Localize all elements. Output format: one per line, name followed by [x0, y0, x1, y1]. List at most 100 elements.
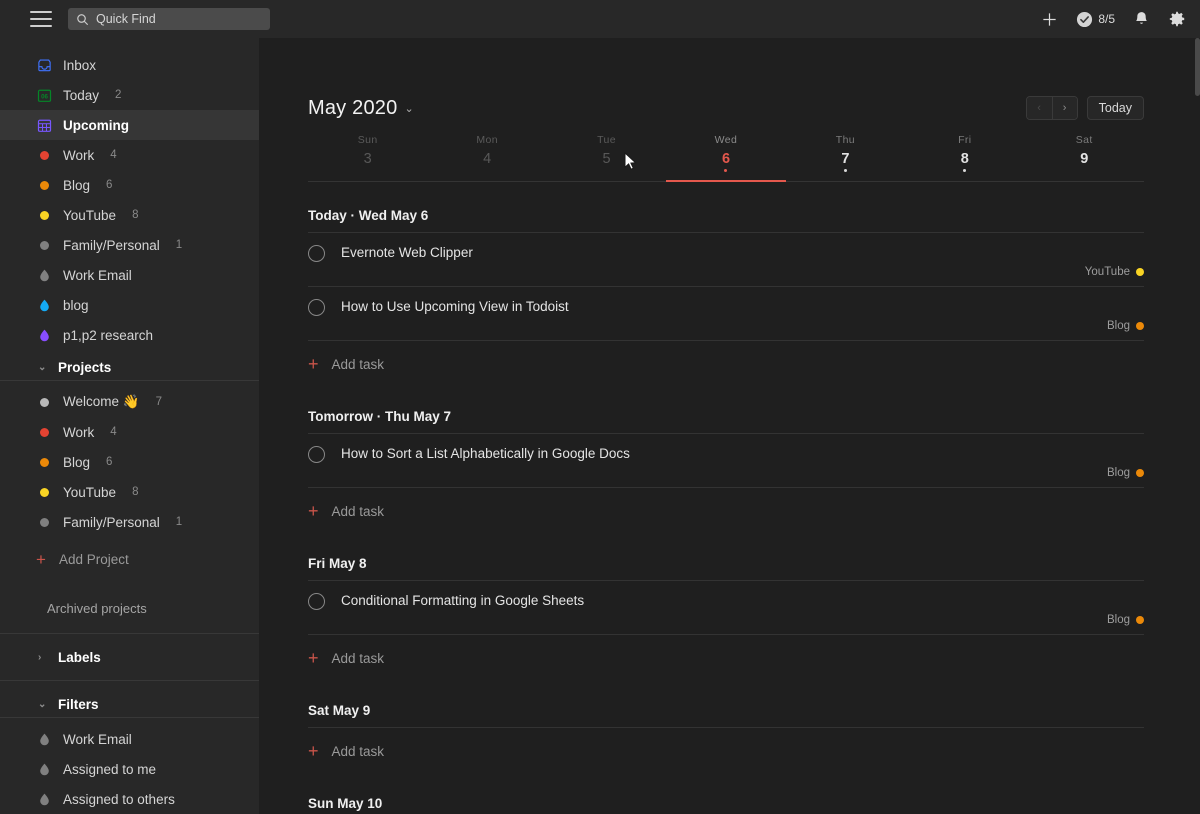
hamburger-icon[interactable] [30, 11, 52, 27]
sidebar-item-youtube[interactable]: YouTube 8 [0, 200, 259, 230]
top-bar: Quick Find 8/5 [0, 0, 1200, 38]
scrollbar[interactable] [1195, 38, 1200, 96]
day-column-mon[interactable]: Mon 4 [427, 134, 546, 181]
sidebar-item-label: YouTube [63, 484, 117, 500]
sidebar-project-work[interactable]: Work 4 [0, 417, 259, 447]
today-button[interactable]: Today [1086, 96, 1144, 120]
task-checkbox[interactable] [308, 299, 325, 316]
sidebar-item-upcoming[interactable]: Upcoming [0, 110, 259, 140]
task-project-label: YouTube [1084, 266, 1130, 278]
sidebar-section-labels[interactable]: › Labels [0, 640, 259, 674]
calendar-nav: ‹ › Today [1025, 96, 1144, 120]
task-group-title: Sat May 9 [308, 703, 371, 718]
sidebar-section-filters[interactable]: ⌄ Filters [0, 687, 259, 721]
divider [0, 633, 259, 634]
sidebar-section-label: Labels [58, 649, 101, 665]
next-week-button[interactable]: › [1051, 97, 1077, 119]
task-title: How to Use Upcoming View in Todoist [341, 299, 569, 314]
day-number: 9 [1080, 151, 1089, 167]
sidebar-item-work-email-label[interactable]: Work Email [0, 260, 259, 290]
sidebar-filters-list: Work Email Assigned to me Assigned to ot… [0, 724, 259, 814]
sidebar-project-youtube[interactable]: YouTube 8 [0, 477, 259, 507]
task-row[interactable]: Conditional Formatting in Google Sheets … [308, 581, 1144, 635]
task-project-label: Blog [1106, 614, 1130, 626]
dot-icon [1136, 469, 1144, 477]
chevron-down-icon[interactable]: ⌄ [404, 102, 413, 115]
sidebar-quick-labels: Work Email blog p1,p2 research [0, 260, 259, 350]
add-project-button[interactable]: + Add Project [0, 543, 259, 575]
task-row[interactable]: Evernote Web Clipper YouTube [308, 233, 1144, 287]
task-checkbox[interactable] [308, 446, 325, 463]
sidebar-item-label: Work Email [63, 267, 132, 283]
day-number: 8 [960, 151, 969, 167]
dot-icon [36, 177, 52, 193]
notifications-button[interactable] [1133, 10, 1150, 28]
karma-count: 8/5 [1098, 12, 1115, 26]
task-row[interactable]: How to Sort a List Alphabetically in Goo… [308, 434, 1144, 488]
day-column-fri[interactable]: Fri 8 [905, 134, 1024, 181]
label-droplet-icon [36, 267, 52, 283]
plus-icon: + [308, 354, 319, 374]
app-root: Quick Find 8/5 Inbox 06 Today 2 Upcoming… [0, 0, 1200, 814]
calendar-header: May 2020 ⌄ ‹ › Today [308, 38, 1144, 120]
sidebar-item-blog-project[interactable]: Blog 6 [0, 170, 259, 200]
search-input[interactable]: Quick Find [68, 8, 270, 30]
task-checkbox[interactable] [308, 593, 325, 610]
sidebar-item-count: 8 [132, 209, 139, 221]
sidebar-project-welcome[interactable]: Welcome 👋 7 [0, 387, 259, 417]
task-group-title: Sun May 10 [308, 796, 383, 811]
label-droplet-icon [36, 327, 52, 343]
day-column-thu[interactable]: Thu 7 [786, 134, 905, 181]
task-title: Conditional Formatting in Google Sheets [341, 593, 585, 608]
dot-icon [1136, 268, 1144, 276]
sidebar-item-label: Blog [63, 177, 91, 193]
sidebar-filter-work-email[interactable]: Work Email [0, 724, 259, 754]
day-number: 5 [602, 151, 611, 167]
add-task-button[interactable]: + Add task [308, 635, 1144, 681]
add-task-button[interactable]: + Add task [308, 728, 1144, 774]
sidebar-project-blog[interactable]: Blog 6 [0, 447, 259, 477]
day-name: Sun [357, 134, 378, 146]
sidebar-item-work[interactable]: Work 4 [0, 140, 259, 170]
task-row[interactable]: How to Use Upcoming View in Todoist Blog [308, 287, 1144, 341]
sidebar-item-p1p2-research-label[interactable]: p1,p2 research [0, 320, 259, 350]
day-column-sun[interactable]: Sun 3 [308, 134, 427, 181]
sidebar-section-label: Projects [58, 359, 112, 375]
dot-icon [36, 454, 52, 470]
add-task-button[interactable]: + Add task [308, 341, 1144, 387]
sidebar-item-count: 4 [110, 426, 117, 438]
label-droplet-icon [36, 297, 52, 313]
archived-projects-button[interactable]: Archived projects [0, 593, 259, 623]
sidebar-item-family-personal[interactable]: Family/Personal 1 [0, 230, 259, 260]
prev-week-button[interactable]: ‹ [1026, 97, 1052, 119]
sidebar-item-blog-label[interactable]: blog [0, 290, 259, 320]
day-number: 4 [483, 151, 492, 167]
day-name: Thu [835, 134, 856, 146]
sidebar-item-count: 6 [106, 456, 113, 468]
sidebar-section-projects[interactable]: ⌄ Projects [0, 350, 259, 384]
dot-icon [36, 207, 52, 223]
task-group: Sat May 9 + Add task [308, 681, 1144, 774]
plus-icon: + [308, 501, 319, 521]
task-group-title: Fri May 8 [308, 556, 367, 571]
top-bar-actions: 8/5 [1041, 10, 1186, 28]
day-column-tue[interactable]: Tue 5 [547, 134, 666, 181]
plus-icon: + [308, 741, 319, 761]
sidebar-filter-assigned-to-me[interactable]: Assigned to me [0, 754, 259, 784]
sidebar: Inbox 06 Today 2 Upcoming Work 4 Blog 6 … [0, 38, 259, 814]
task-checkbox[interactable] [308, 245, 325, 262]
sidebar-item-today[interactable]: 06 Today 2 [0, 80, 259, 110]
sidebar-item-inbox[interactable]: Inbox [0, 50, 259, 80]
day-number: 6 [721, 151, 731, 167]
day-column-sat[interactable]: Sat 9 [1025, 134, 1144, 181]
sidebar-project-family-personal[interactable]: Family/Personal 1 [0, 507, 259, 537]
settings-button[interactable] [1168, 10, 1186, 28]
add-task-button[interactable] [1041, 11, 1058, 28]
plus-icon [1043, 12, 1056, 26]
add-task-button[interactable]: + Add task [308, 488, 1144, 534]
karma-indicator[interactable]: 8/5 [1076, 11, 1115, 28]
day-column-wed[interactable]: Wed 6 [666, 134, 786, 182]
sidebar-item-label: blog [63, 297, 89, 313]
day-marker [963, 169, 967, 172]
sidebar-filter-assigned-to-others[interactable]: Assigned to others [0, 784, 259, 814]
